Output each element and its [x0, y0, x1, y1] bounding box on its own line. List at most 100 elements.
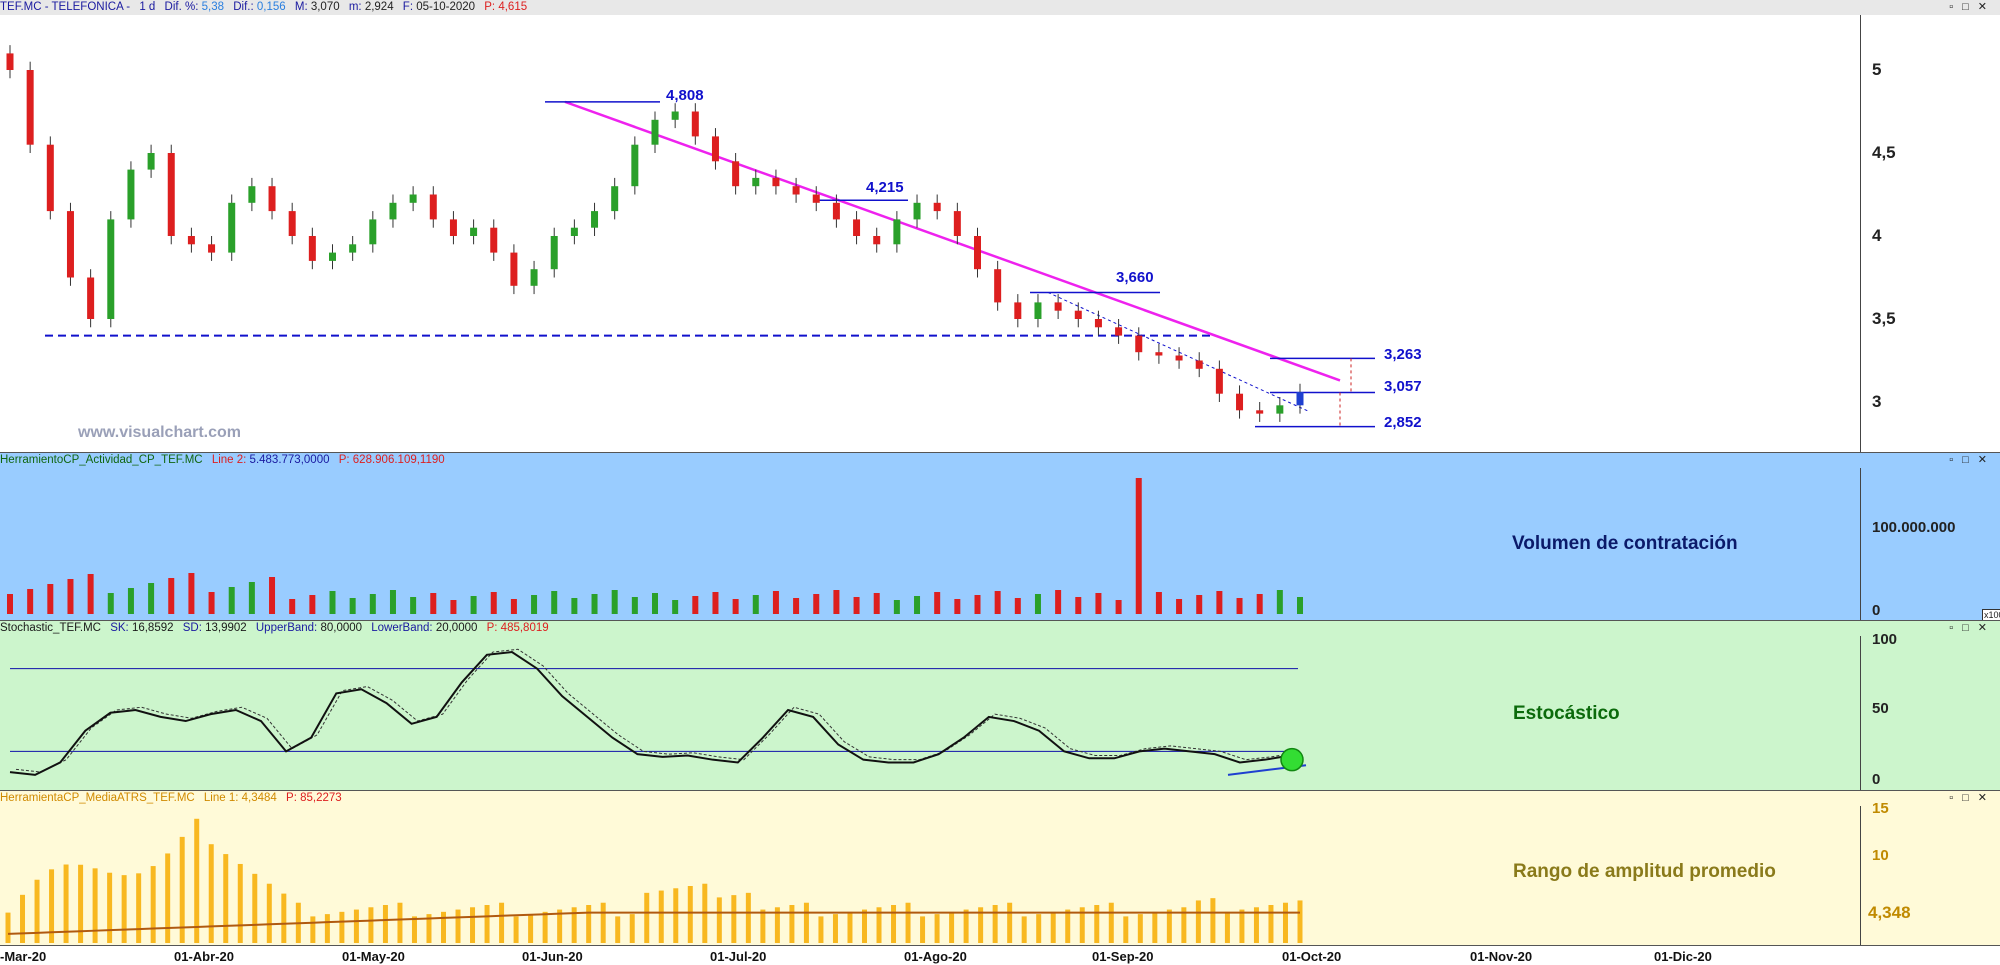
- minimize-icon[interactable]: ▫: [1949, 0, 1956, 14]
- x-label-oct: 01-Oct-20: [1282, 949, 1342, 964]
- atr-bar: [1282, 902, 1288, 943]
- volume-bar: [853, 597, 860, 614]
- volume-bar: [127, 588, 134, 614]
- atr-bar: [397, 902, 403, 943]
- atr-bar: [1224, 911, 1230, 943]
- candle-body: [167, 153, 175, 236]
- close-icon[interactable]: ✕: [1978, 791, 1990, 805]
- highlight-circle: [1280, 747, 1304, 772]
- volume-bar: [470, 596, 477, 614]
- atr-bar: [208, 844, 214, 943]
- close-icon[interactable]: ✕: [1978, 453, 1990, 467]
- atr-bar: [194, 818, 200, 943]
- candle-body: [1115, 327, 1123, 336]
- x-label-ago: 01-Ago-20: [904, 949, 967, 964]
- atr-bar: [1195, 900, 1201, 943]
- candle-body: [913, 202, 921, 220]
- atr-bar: [731, 895, 737, 943]
- volume-bar: [793, 598, 800, 614]
- candle-body: [369, 219, 377, 245]
- candle-body: [187, 236, 195, 245]
- level-label-3660: 3,660: [1116, 269, 1154, 286]
- atr-bar: [513, 916, 519, 943]
- x-label-abr: 01-Abr-20: [174, 949, 234, 964]
- volume-bar: [349, 598, 356, 614]
- maximize-icon[interactable]: □: [1962, 791, 1972, 805]
- volume-bar: [531, 595, 538, 614]
- atr-bar: [1239, 909, 1245, 943]
- candle-body: [490, 227, 498, 253]
- atr-bar: [266, 883, 272, 943]
- volume-bar: [450, 600, 457, 614]
- volume-bar: [369, 594, 376, 614]
- atr-bar: [528, 914, 534, 943]
- atr-bar: [165, 853, 171, 943]
- volume-bar: [1216, 591, 1223, 614]
- volume-tick-0: 0: [1872, 602, 1881, 619]
- atr-bar: [121, 875, 127, 943]
- atr-bar: [963, 909, 969, 943]
- volume-bar: [631, 597, 638, 614]
- atr-bar: [382, 905, 388, 943]
- stochastic-window-buttons: ▫ □ ✕: [1949, 621, 1996, 635]
- atr-bar: [891, 905, 897, 943]
- volume-bar: [188, 573, 195, 614]
- volume-bar: [228, 587, 235, 614]
- candle-body: [1296, 392, 1304, 406]
- volume-bar: [712, 592, 719, 614]
- volume-bar: [813, 594, 820, 614]
- candle-body: [147, 153, 155, 170]
- atr-bar: [499, 902, 505, 943]
- candle-body: [449, 219, 457, 236]
- candle-body: [933, 202, 941, 212]
- minimize-icon[interactable]: ▫: [1949, 791, 1956, 805]
- atr-bar: [339, 911, 345, 943]
- candle-body: [570, 227, 578, 236]
- close-icon[interactable]: ✕: [1978, 621, 1990, 635]
- atr-bar: [716, 897, 722, 943]
- candle-body: [470, 227, 478, 236]
- volume-bar: [732, 599, 739, 614]
- stochastic-pane[interactable]: Stochastic_TEF.MC SK: 16,8592 SD: 13,990…: [0, 620, 2000, 791]
- volume-bar: [1115, 600, 1122, 614]
- volume-bar: [168, 578, 175, 614]
- price-pane[interactable]: TEF.MC - TELEFONICA - 1 d Dif. %: 5,38 D…: [0, 0, 2000, 452]
- volume-bar: [47, 584, 54, 614]
- atr-tick-15: 15: [1872, 800, 1889, 817]
- minimize-icon[interactable]: ▫: [1949, 453, 1956, 467]
- volume-bar: [1075, 597, 1082, 614]
- candle-body: [1236, 393, 1244, 411]
- atr-pane[interactable]: HerramientaCP_MediaATRS_TEF.MC Line 1: 4…: [0, 790, 2000, 946]
- trendline: [564, 100, 1341, 382]
- atr-bar: [484, 905, 490, 943]
- atr-bar: [832, 914, 838, 943]
- maximize-icon[interactable]: □: [1962, 621, 1972, 635]
- price-tick-4-5: 4,5: [1872, 143, 1896, 162]
- atr-bar: [920, 916, 926, 943]
- volume-pane[interactable]: HerramientoCP_Actividad_CP_TEF.MC Line 2…: [0, 452, 2000, 621]
- volume-bar: [490, 592, 497, 614]
- atr-bar: [368, 907, 374, 943]
- atr-bar: [673, 888, 679, 943]
- volume-bar: [1176, 599, 1183, 614]
- candle-body: [208, 244, 216, 253]
- atr-bar: [745, 892, 751, 943]
- volume-bar: [873, 593, 880, 614]
- atr-bar: [1137, 914, 1143, 943]
- volume-bar: [591, 594, 598, 614]
- atr-bar: [455, 909, 461, 943]
- atr-bar: [789, 905, 795, 943]
- atr-bar: [615, 916, 621, 943]
- stochastic-axis-separator: [1860, 636, 1861, 791]
- atr-bar: [1123, 916, 1129, 943]
- maximize-icon[interactable]: □: [1962, 453, 1972, 467]
- volume-bar: [389, 590, 396, 614]
- maximize-icon[interactable]: □: [1962, 0, 1972, 14]
- candle-body: [1256, 410, 1264, 414]
- close-icon[interactable]: ✕: [1978, 0, 1990, 14]
- minimize-icon[interactable]: ▫: [1949, 621, 1956, 635]
- volume-bar: [1014, 598, 1021, 614]
- candle-body: [792, 186, 800, 195]
- stochastic-tick-100: 100: [1872, 631, 1898, 648]
- atr-bar: [1210, 898, 1216, 943]
